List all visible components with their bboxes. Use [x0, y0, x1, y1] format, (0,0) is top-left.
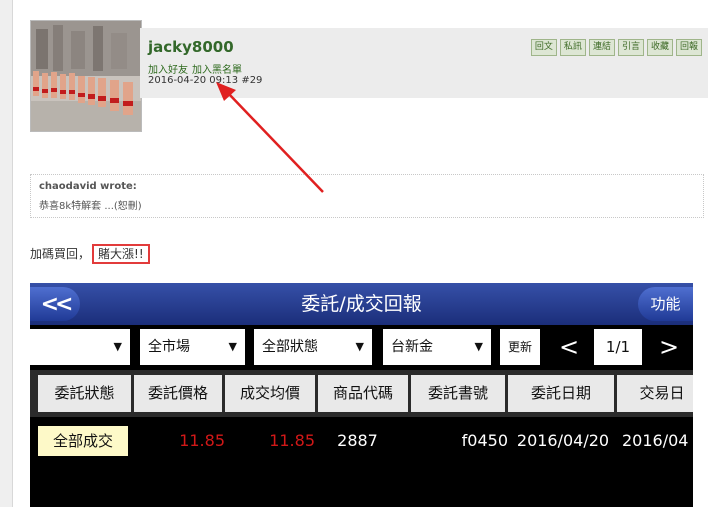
post-meta: 2016-04-20 09:13 #29: [148, 75, 262, 86]
column-header[interactable]: 交易日: [617, 375, 693, 412]
column-header[interactable]: 委託狀態: [38, 375, 131, 412]
table-row[interactable]: 全部成交 11.85 11.85 2887 f0450 2016/04/20 2…: [30, 417, 693, 467]
reply-text: 加碼買回， 賭大漲!!: [30, 244, 150, 264]
quote-button[interactable]: 引言: [617, 39, 644, 56]
left-border: [0, 0, 13, 507]
table-header: 委託狀態 委託價格 成交均價 商品代碼 委託書號 委託日期 交易日: [30, 370, 693, 417]
status-dropdown[interactable]: 全部狀態 ▼: [254, 329, 372, 365]
column-header[interactable]: 委託日期: [508, 375, 614, 412]
reply-highlight: 賭大漲!!: [92, 244, 150, 264]
column-header[interactable]: 商品代碼: [318, 375, 408, 412]
date-cell: 2016/04/20: [516, 431, 610, 450]
avatar[interactable]: [30, 20, 142, 132]
prev-page-button[interactable]: <: [550, 329, 588, 365]
market-dropdown-value: 全市場: [148, 339, 190, 355]
caret-down-icon: ▼: [355, 340, 364, 353]
status-cell: 全部成交: [38, 426, 128, 456]
app-title-bar: 委託/成交回報 << 功能: [30, 283, 693, 325]
trade-date-cell: 2016/04: [622, 431, 689, 450]
post-actions: 回文 私訊 連結 引言 收藏 回報: [530, 39, 702, 56]
favorite-button[interactable]: 收藏: [646, 39, 673, 56]
stock-dropdown[interactable]: 台新金 ▼: [383, 329, 491, 365]
reply-prefix: 加碼買回，: [30, 247, 91, 261]
post-header: jacky8000 加入好友 加入黑名單 2016-04-20 09:13 #29…: [140, 28, 708, 98]
status-dropdown-value: 全部狀態: [262, 339, 318, 355]
code-cell: 2887: [337, 431, 378, 450]
price-cell: 11.85: [179, 431, 225, 450]
user-links: 加入好友 加入黑名單: [148, 61, 246, 76]
function-button[interactable]: 功能: [638, 287, 693, 321]
refresh-button[interactable]: 更新: [500, 329, 540, 365]
quote-body: 恭喜8k特解套 ...(恕刪): [39, 201, 142, 212]
link-button[interactable]: 連結: [588, 39, 615, 56]
column-header[interactable]: 委託書號: [411, 375, 505, 412]
avatar-image: [31, 21, 141, 131]
reply-button[interactable]: 回文: [530, 39, 557, 56]
private-message-button[interactable]: 私訊: [559, 39, 586, 56]
column-header[interactable]: 委託價格: [134, 375, 222, 412]
quote-box: chaodavid wrote: 恭喜8k特解套 ...(恕刪): [30, 174, 704, 218]
app-toolbar: ▼ 全市場 ▼ 全部狀態 ▼ 台新金 ▼ 更新 < 1/1 >: [30, 325, 693, 370]
caret-down-icon: ▼: [228, 340, 237, 353]
order-no-cell: f0450: [461, 431, 508, 450]
caret-down-icon: ▼: [113, 340, 122, 353]
app-screenshot: 委託/成交回報 << 功能 ▼ 全市場 ▼ 全部狀態 ▼ 台新金 ▼ 更新 < …: [30, 283, 693, 507]
column-header[interactable]: 成交均價: [225, 375, 315, 412]
dropdown-1[interactable]: ▼: [30, 329, 130, 365]
username-link[interactable]: jacky8000: [148, 38, 234, 56]
avg-price-cell: 11.85: [269, 431, 315, 450]
page-indicator: 1/1: [594, 329, 642, 365]
market-dropdown[interactable]: 全市場 ▼: [140, 329, 245, 365]
post-datetime: 2016-04-20 09:13: [148, 75, 239, 86]
report-button[interactable]: 回報: [675, 39, 702, 56]
back-button[interactable]: <<: [30, 287, 80, 321]
quote-title: chaodavid wrote:: [39, 181, 137, 192]
caret-down-icon: ▼: [474, 340, 483, 353]
app-title: 委託/成交回報: [301, 293, 422, 315]
next-page-button[interactable]: >: [650, 329, 688, 365]
post-number: #29: [241, 75, 263, 86]
stock-dropdown-value: 台新金: [391, 339, 433, 355]
